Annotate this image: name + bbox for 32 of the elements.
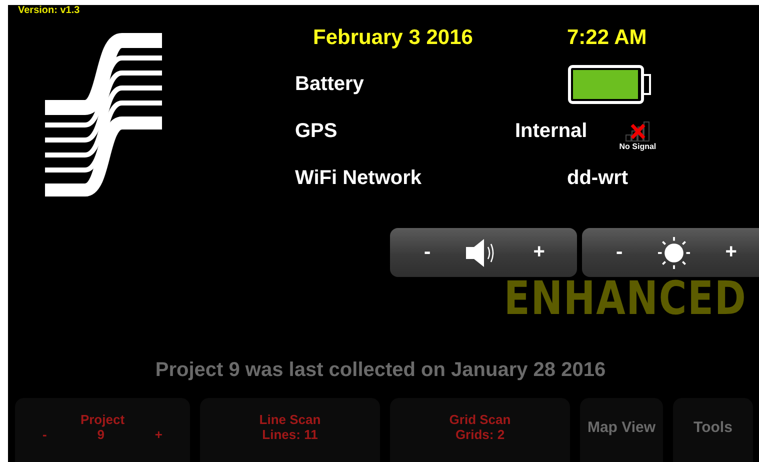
status-label: GPS xyxy=(295,120,338,143)
logo-icon xyxy=(45,33,162,198)
status-label: Battery xyxy=(295,73,365,96)
nav-button[interactable]: Tools xyxy=(673,398,753,462)
dimmed-message: Project 9 was last collected on January 28 2016 xyxy=(154,359,607,382)
decrease-button[interactable]: - xyxy=(612,241,627,264)
status-label: WiFi Network xyxy=(295,167,422,190)
project-stepper[interactable]: Project - 9 + xyxy=(15,398,190,462)
decrease-button[interactable]: - xyxy=(420,241,435,264)
button-label: Lines: 11 xyxy=(262,427,318,442)
decrease-label: - xyxy=(42,427,47,442)
no-signal-icon xyxy=(624,120,651,142)
increase-button[interactable]: + xyxy=(721,241,741,264)
button-label: Grid Scan xyxy=(449,412,511,427)
scan-button[interactable]: Line Scan Lines: 11 xyxy=(200,398,380,462)
battery-icon xyxy=(568,65,651,104)
increase-button[interactable]: + xyxy=(529,241,549,264)
time-label: 7:22 AM xyxy=(567,26,647,50)
increase-label: + xyxy=(154,427,162,442)
wifi-value: dd-wrt xyxy=(567,167,628,190)
nav-button[interactable]: Map View xyxy=(580,398,663,462)
stepper-value: 9 xyxy=(97,427,104,442)
no-signal-label: No Signal xyxy=(619,142,656,151)
date-label: February 3 2016 xyxy=(313,26,474,50)
button-label: Line Scan xyxy=(259,412,321,427)
stepper-title: Project xyxy=(80,412,125,427)
sun-icon xyxy=(656,236,692,268)
button-label: Grids: 2 xyxy=(455,427,505,442)
dimmed-logo-text: ENHANCED xyxy=(504,279,748,321)
scan-button[interactable]: Grid Scan Grids: 2 xyxy=(390,398,570,462)
gps-value: Internal xyxy=(515,120,588,143)
version-label: Version: v1.3 xyxy=(17,5,81,16)
